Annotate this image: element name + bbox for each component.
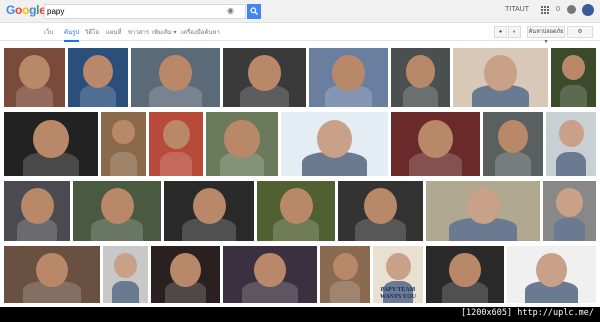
tab-maps[interactable]: แผนที่ — [106, 27, 121, 40]
settings-gear-icon[interactable]: ⚙ — [567, 26, 593, 38]
image-results-grid: PAPY TEAM WANTS YOU — [0, 44, 600, 307]
image-result[interactable] — [281, 112, 388, 176]
image-result[interactable] — [543, 181, 596, 241]
image-result[interactable] — [223, 48, 306, 107]
search-header: Google ◉ TITAUT 0 — [0, 0, 600, 23]
image-result[interactable] — [391, 112, 480, 176]
image-result[interactable] — [338, 181, 423, 241]
image-result[interactable] — [4, 112, 98, 176]
image-result[interactable] — [151, 246, 220, 303]
search-box: ◉ — [44, 4, 246, 19]
image-result[interactable] — [507, 246, 596, 303]
image-result[interactable] — [546, 112, 596, 176]
notification-icon[interactable] — [567, 5, 576, 14]
tab-news[interactable]: ข่าวสาร — [128, 27, 149, 40]
image-result[interactable] — [483, 112, 543, 176]
poster-text: PAPY TEAM — [380, 287, 416, 293]
tab-search-tools[interactable]: เครื่องมือค้นหา — [181, 27, 220, 40]
google-logo[interactable]: Google — [6, 3, 46, 17]
tab-videos[interactable]: วิดีโอ — [85, 27, 99, 40]
image-result[interactable] — [68, 48, 128, 107]
image-result[interactable] — [101, 112, 146, 176]
watermark: [1200x605] http://uplc.me/ — [460, 308, 594, 318]
image-result[interactable] — [426, 181, 540, 241]
browser-page: Google ◉ TITAUT 0 เว็บ ค้นรูป วิดีโอ แผน… — [0, 0, 600, 307]
image-result[interactable]: PAPY TEAM WANTS YOU — [373, 246, 423, 303]
search-input[interactable] — [47, 5, 217, 18]
poster-text: WANTS YOU — [380, 294, 416, 300]
image-result[interactable] — [4, 181, 70, 241]
image-result[interactable] — [131, 48, 220, 107]
avatar[interactable] — [582, 4, 594, 16]
image-result[interactable] — [103, 246, 148, 303]
tab-images[interactable]: ค้นรูป — [64, 27, 80, 42]
image-result[interactable] — [453, 48, 548, 107]
image-result[interactable] — [223, 246, 317, 303]
apps-grid-icon[interactable] — [541, 6, 550, 15]
safe-search-button[interactable]: ค้นหาปลอดภัย ▾ — [527, 26, 565, 45]
camera-icon[interactable]: ◉ — [226, 7, 235, 15]
image-result[interactable] — [551, 48, 596, 107]
user-name[interactable]: TITAUT — [505, 6, 529, 13]
notification-count: 0 — [556, 6, 560, 13]
image-result[interactable] — [149, 112, 203, 176]
tab-web[interactable]: เว็บ — [44, 27, 53, 40]
image-result[interactable] — [426, 246, 504, 303]
image-result[interactable] — [320, 246, 370, 303]
image-result[interactable] — [4, 246, 100, 303]
image-result[interactable] — [4, 48, 65, 107]
magnifier-icon — [250, 7, 258, 15]
person-icon[interactable]: ● — [494, 26, 507, 38]
search-button[interactable] — [247, 4, 261, 19]
image-result[interactable] — [164, 181, 254, 241]
image-result[interactable] — [309, 48, 388, 107]
image-result[interactable] — [206, 112, 278, 176]
search-tabs: เว็บ ค้นรูป วิดีโอ แผนที่ ข่าวสาร เพิ่มเ… — [0, 23, 600, 45]
private-results-icon[interactable]: ◐ — [508, 26, 521, 38]
image-result[interactable] — [73, 181, 161, 241]
image-result[interactable] — [257, 181, 335, 241]
tab-more[interactable]: เพิ่มเติม ▾ — [152, 27, 177, 40]
image-result[interactable] — [391, 48, 450, 107]
